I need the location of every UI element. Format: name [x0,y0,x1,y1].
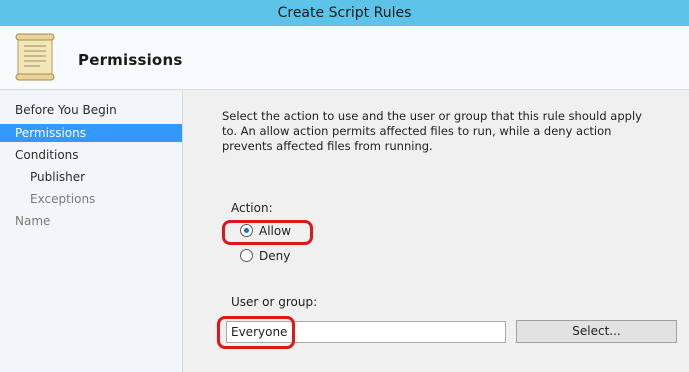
wizard-nav: Before You Begin Permissions Conditions … [0,91,183,372]
document-icon [15,33,55,81]
nav-item-exceptions: Exceptions [30,192,96,206]
page-header: Permissions [0,26,689,90]
nav-item-publisher[interactable]: Publisher [0,168,182,186]
user-group-label: User or group: [231,295,318,309]
user-group-highlight [217,316,295,349]
description-text: Select the action to use and the user or… [222,109,642,153]
deny-radio[interactable] [240,249,253,262]
content-panel: Select the action to use and the user or… [184,91,689,372]
nav-item-before-you-begin[interactable]: Before You Begin [0,101,182,119]
page-title: Permissions [78,51,183,69]
action-label: Action: [231,201,273,215]
nav-item-name: Name [15,214,51,228]
nav-item-conditions[interactable]: Conditions [0,146,182,164]
deny-label[interactable]: Deny [259,249,290,263]
window-title: Create Script Rules [0,0,689,26]
select-button[interactable]: Select... [516,320,677,343]
allow-highlight [222,220,313,245]
nav-item-permissions[interactable]: Permissions [0,124,182,142]
